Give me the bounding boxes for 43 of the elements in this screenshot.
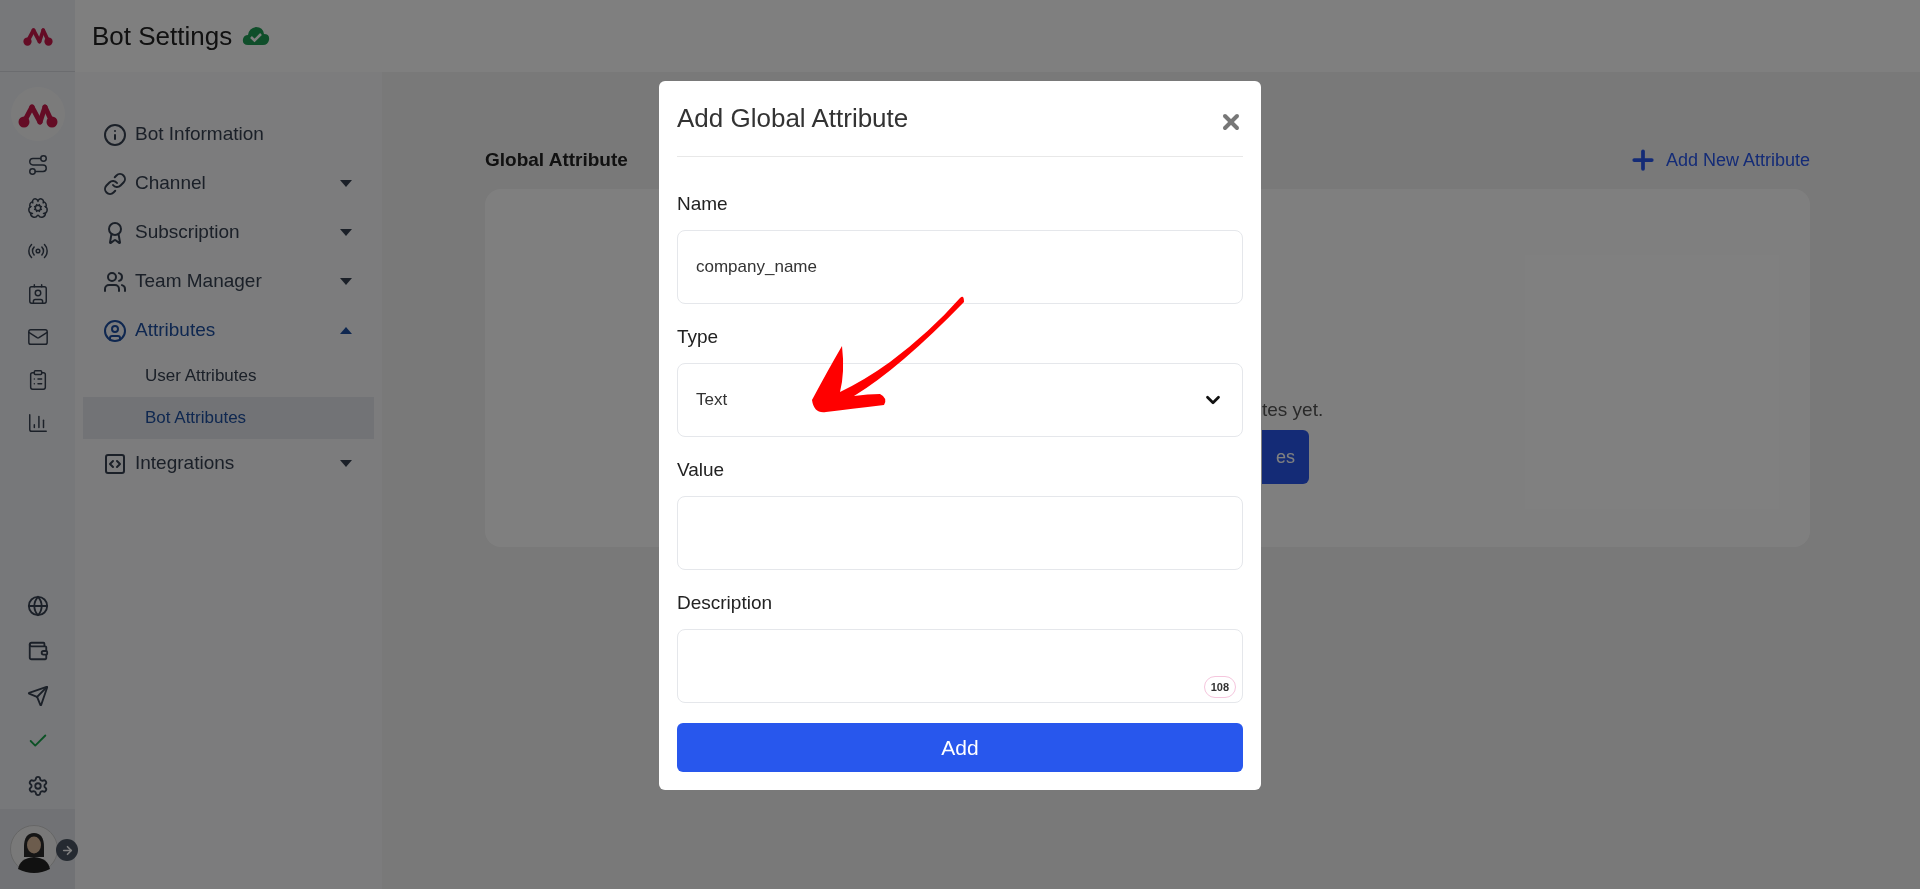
route-icon[interactable] — [26, 154, 49, 176]
team-icon — [103, 269, 127, 294]
text-field[interactable] — [677, 496, 1243, 570]
sidebar-item[interactable]: Attributes — [83, 306, 374, 355]
field-label: Type — [677, 326, 719, 347]
send-icon[interactable] — [26, 685, 49, 707]
wallet-icon[interactable] — [26, 640, 49, 662]
add-new-attribute-button[interactable]: Add New Attribute — [1627, 145, 1810, 175]
sidebar-item[interactable]: Subscription — [83, 208, 374, 257]
bar-chart-icon[interactable] — [26, 412, 49, 434]
settings-icon[interactable] — [26, 775, 49, 797]
logo-icon — [22, 25, 53, 46]
arrow-right-icon — [60, 843, 74, 857]
section-title: Global Attribute — [485, 147, 628, 172]
field-label: Name — [677, 193, 728, 214]
sidebar-item[interactable]: Integrations — [83, 439, 374, 488]
sidebar-item[interactable]: Team Manager — [83, 257, 374, 306]
empty-state-text: tes yet. — [1262, 398, 1325, 420]
type-dropdown[interactable]: Text — [677, 363, 1243, 437]
expand-button[interactable] — [56, 839, 78, 861]
mail-icon[interactable] — [26, 326, 49, 348]
page-title: Bot Settings — [92, 19, 233, 53]
user-avatar[interactable] — [10, 825, 58, 873]
code-icon — [103, 451, 127, 476]
person-icon — [103, 318, 127, 343]
contact-card-icon[interactable] — [26, 283, 49, 305]
text-field[interactable]: company_name — [677, 230, 1243, 304]
sidebar-subitem[interactable]: Bot Attributes — [83, 397, 374, 439]
description-field[interactable]: 108 — [677, 629, 1243, 703]
field-label: Value — [677, 459, 725, 480]
field-label: Description — [677, 592, 773, 613]
sidebar-subitem[interactable]: User Attributes — [83, 355, 374, 397]
info-icon — [103, 122, 127, 147]
modal-title: Add Global Attribute — [677, 102, 909, 135]
empty-state-button[interactable]: es — [1262, 430, 1309, 484]
sidebar-item[interactable]: Channel — [83, 159, 374, 208]
cloud-check-icon — [242, 26, 271, 46]
character-counter: 108 — [1203, 676, 1236, 698]
link-icon — [103, 171, 127, 196]
sidebar-item[interactable]: Bot Information — [83, 110, 374, 159]
brain-gear-icon[interactable] — [26, 197, 49, 219]
add-button[interactable]: Add — [677, 723, 1243, 772]
globe-icon[interactable] — [26, 595, 49, 617]
